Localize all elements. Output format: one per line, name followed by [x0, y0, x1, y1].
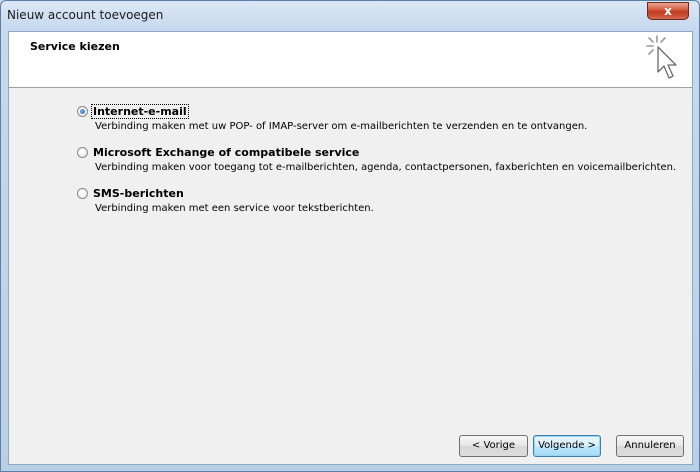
back-button[interactable]: < Vorige — [459, 435, 528, 457]
window-title: Nieuw account toevoegen — [7, 8, 164, 22]
page-title: Service kiezen — [30, 40, 120, 53]
wizard-header: Service kiezen — [9, 32, 692, 88]
cursor-click-icon — [646, 35, 677, 79]
dialog-client-area: Service kiezen Internet-e-mail Verbindin… — [8, 31, 693, 465]
option-label[interactable]: Microsoft Exchange of compatibele servic… — [93, 146, 359, 159]
next-button[interactable]: Volgende > — [533, 435, 601, 457]
radio-sms[interactable] — [77, 188, 88, 199]
title-bar[interactable]: Nieuw account toevoegen x — [1, 1, 699, 31]
option-description: Verbinding maken voor toegang tot e-mail… — [95, 162, 677, 173]
close-button[interactable]: x — [647, 2, 689, 20]
dialog-window: Nieuw account toevoegen x Service kiezen… — [0, 0, 700, 472]
cancel-button[interactable]: Annuleren — [616, 435, 684, 457]
option-description: Verbinding maken met uw POP- of IMAP-ser… — [95, 121, 588, 132]
radio-selected-dot — [80, 109, 85, 114]
option-label[interactable]: Internet-e-mail — [91, 104, 189, 119]
radio-exchange[interactable] — [77, 147, 88, 158]
close-icon: x — [664, 4, 672, 18]
option-label[interactable]: SMS-berichten — [93, 187, 184, 200]
option-description: Verbinding maken met een service voor te… — [95, 203, 374, 214]
radio-internet-email[interactable] — [77, 106, 88, 117]
